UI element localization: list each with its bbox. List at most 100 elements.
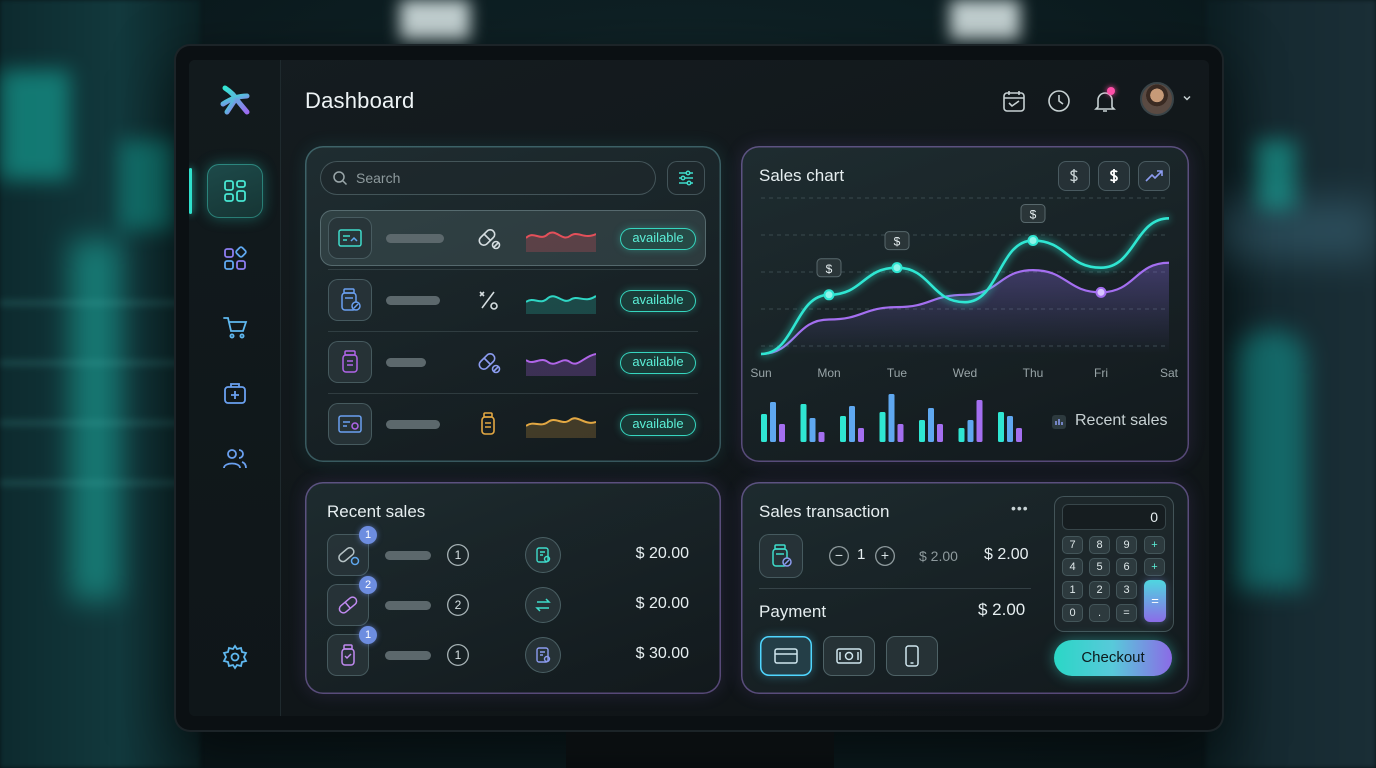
transaction-title: Sales transaction [759,502,890,521]
price-marker-label: $ [826,262,833,276]
monitor-stand [566,726,834,768]
calc-key-equals[interactable]: = [1144,580,1166,622]
x-tick-label: Mon [817,366,840,380]
calc-key[interactable]: 4 [1062,558,1083,576]
payment-label: Payment [759,602,827,621]
sparkline [526,417,596,438]
app-screen: Dashboard Search available available ava… [189,60,1209,716]
calculator: 0 7 8 9 + 4 5 6 + 1 2 3 0 . = = [1054,496,1174,632]
sidebar-item-dashboard[interactable] [207,164,263,218]
bar [779,424,785,442]
sale-row[interactable]: 1 1 $ 20.00 [327,526,697,578]
calc-key[interactable]: 0 [1062,604,1083,622]
pay-mobile-button[interactable] [886,636,938,676]
calc-key[interactable]: 6 [1116,558,1137,576]
calc-key-plus[interactable]: + [1144,536,1165,554]
receipt-icon [536,647,551,663]
sliders-icon [679,170,693,186]
checkout-button[interactable]: Checkout [1054,640,1172,676]
decrease-quantity-button[interactable]: − [829,546,849,566]
bar [818,432,825,442]
ceiling-light [950,0,1020,40]
swap-button[interactable] [525,587,561,623]
sidebar-item-users[interactable] [207,432,263,486]
product-row[interactable]: available [320,334,706,394]
recent-sales-title: Recent sales [327,502,426,521]
transaction-item-thumbnail [759,534,803,578]
status-badge: available [620,414,696,436]
background-left [0,0,200,768]
product-name-placeholder [386,358,426,367]
search-icon [333,171,348,186]
bar [879,412,886,442]
calc-key-plus[interactable]: + [1144,558,1165,576]
card-icon [338,415,362,433]
data-point [1027,235,1039,247]
calc-key[interactable]: = [1116,604,1137,622]
sidebar-item-cart[interactable] [207,300,263,354]
sale-quantity: 2 [447,594,469,616]
calc-key[interactable]: 7 [1062,536,1083,554]
product-thumbnail [328,279,372,321]
background-right [1206,0,1376,768]
chevron-down-icon[interactable] [1181,92,1193,104]
receipt-button[interactable] [525,637,561,673]
bar [967,420,974,442]
sale-quantity: 1 [447,644,469,666]
receipt-button[interactable] [525,537,561,573]
logo-icon [220,85,250,115]
sale-name-placeholder [385,651,431,660]
search-box[interactable] [320,161,656,195]
x-tick-label: Tue [887,366,908,380]
product-thumbnail [328,403,372,445]
sidebar-item-medical-kit[interactable] [207,366,263,420]
calc-key[interactable]: 5 [1089,558,1110,576]
pill-icon [338,596,358,614]
calc-key[interactable]: 2 [1089,581,1110,599]
filter-button[interactable] [667,161,705,195]
sale-name-placeholder [385,601,431,610]
sale-price: $ 30.00 [635,645,689,662]
receipt-icon [536,547,551,563]
bar [1007,416,1013,442]
calc-key[interactable]: 1 [1062,581,1083,599]
sidebar-item-apps[interactable] [207,232,263,286]
calc-key[interactable]: 3 [1116,581,1137,599]
pay-cash-button[interactable] [823,636,875,676]
sale-price: $ 20.00 [635,545,689,562]
sparkline [526,295,596,314]
product-thumbnail [328,341,372,383]
bar [958,428,965,442]
data-point [823,289,835,301]
bottle-icon [481,412,495,435]
bar [770,402,776,442]
sale-row[interactable]: 2 2 $ 20.00 [327,576,697,628]
bar [928,408,934,442]
sale-row[interactable]: 1 1 $ 30.00 [327,626,697,678]
avatar[interactable] [1140,82,1174,116]
calculator-display: 0 [1062,504,1166,530]
clock-icon[interactable] [1046,88,1072,114]
settings-button[interactable] [207,630,263,684]
bar [998,412,1004,442]
bar [840,416,846,442]
unit-price: $ 2.00 [919,548,958,564]
price-marker-label: $ [1030,208,1037,222]
product-row[interactable]: available [320,396,706,452]
search-input[interactable] [356,161,646,195]
calc-key[interactable]: 9 [1116,536,1137,554]
product-row[interactable]: available [320,210,706,270]
product-name-placeholder [386,296,440,305]
increase-quantity-button[interactable]: + [875,546,895,566]
calc-key[interactable]: 8 [1089,536,1110,554]
bar [1016,428,1022,442]
nav-active-indicator [189,168,192,214]
product-row[interactable]: available [320,272,706,332]
sparkline [526,231,596,252]
bar [849,406,855,442]
page-title: Dashboard [305,88,415,113]
pay-card-button[interactable] [760,636,812,676]
calc-key[interactable]: . [1089,604,1110,622]
more-icon[interactable]: ••• [1011,500,1029,516]
calendar-icon[interactable] [1001,88,1027,114]
